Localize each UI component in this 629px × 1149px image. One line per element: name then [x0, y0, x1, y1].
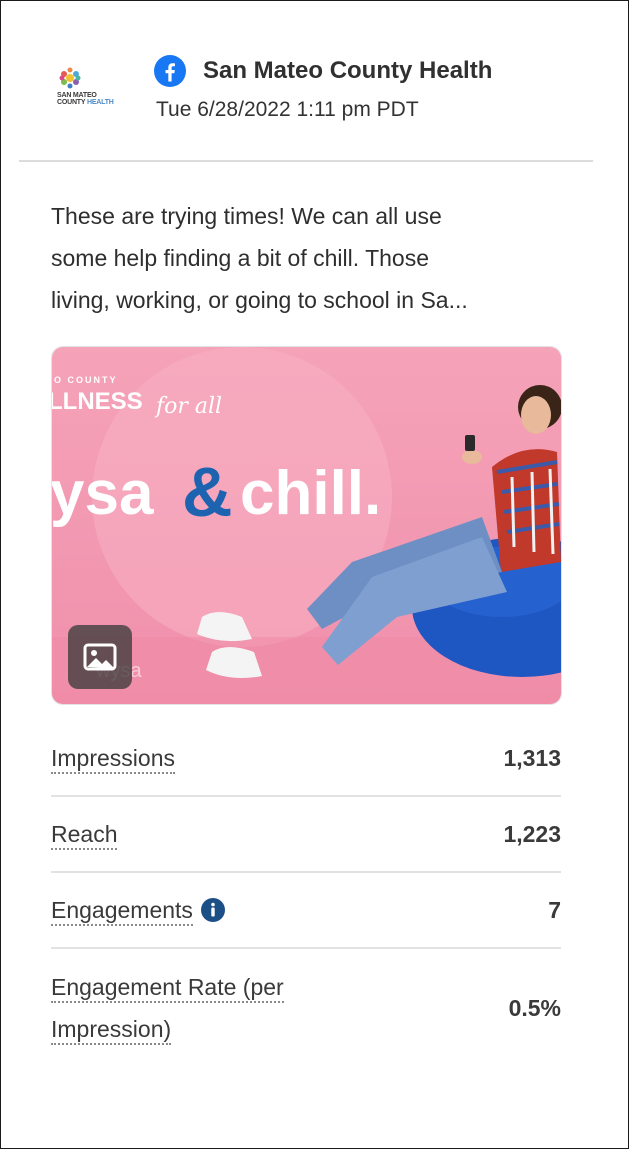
- metric-label-text[interactable]: Engagements: [51, 897, 193, 926]
- metric-row-engagements: Engagements 7: [51, 873, 561, 949]
- metric-row-reach: Reach 1,223: [51, 797, 561, 873]
- info-icon[interactable]: [200, 897, 225, 922]
- post-image[interactable]: O COUNTY LLNESS for all ysa & chill. wys…: [51, 346, 562, 705]
- metric-label[interactable]: Engagement Rate (per Impression): [51, 966, 284, 1050]
- metric-value: 0.5%: [508, 994, 561, 1021]
- metric-value: 1,313: [503, 744, 561, 771]
- metric-label-text[interactable]: Impressions: [51, 745, 175, 774]
- image-headline-right: chill.: [240, 459, 381, 528]
- post-author[interactable]: San Mateo County Health: [203, 57, 492, 85]
- image-county-text: O COUNTY: [54, 375, 118, 385]
- metric-label-text-line2[interactable]: Impression): [51, 1016, 172, 1045]
- logo-line-1: SAN MATEO: [57, 92, 97, 99]
- post-text-line: some help finding a bit of chill. Those: [51, 245, 430, 271]
- image-icon: [83, 643, 117, 671]
- metric-value: 7: [548, 896, 561, 923]
- post-text-line: living, working, or going to school in S…: [51, 287, 468, 313]
- facebook-icon: [154, 55, 186, 87]
- post-card: SAN MATEO COUNTY HEALTH San Mateo County…: [0, 0, 629, 1149]
- image-ampersand: &: [182, 453, 233, 531]
- logo-county: COUNTY: [57, 99, 86, 106]
- metric-row-engagement-rate: Engagement Rate (per Impression) 0.5%: [51, 949, 561, 1067]
- image-headline-left: ysa: [52, 459, 154, 528]
- county-logo-icon: [59, 67, 81, 89]
- image-for-all-text: for all: [154, 394, 222, 419]
- post-text: These are trying times! We can all use s…: [51, 195, 563, 321]
- metric-label[interactable]: Engagements: [51, 889, 225, 931]
- metric-row-impressions: Impressions 1,313: [51, 721, 561, 797]
- metric-label[interactable]: Reach: [51, 813, 118, 855]
- avatar: SAN MATEO COUNTY HEALTH: [51, 59, 127, 119]
- metric-value: 1,223: [503, 820, 561, 847]
- metric-label-text[interactable]: Engagement Rate (per: [51, 974, 284, 1003]
- metric-label[interactable]: Impressions: [51, 737, 175, 779]
- avatar-logo-text: SAN MATEO COUNTY HEALTH: [57, 92, 127, 106]
- image-wellness-text: LLNESS: [52, 388, 143, 415]
- post-timestamp: Tue 6/28/2022 1:11 pm PDT: [156, 98, 419, 121]
- metrics-table: Impressions 1,313 Reach 1,223 Engagement…: [51, 721, 561, 1067]
- image-type-badge: [68, 625, 132, 689]
- logo-health: HEALTH: [86, 99, 114, 106]
- logo-line-2: COUNTY HEALTH: [57, 99, 127, 106]
- post-text-line: These are trying times! We can all use: [51, 203, 442, 229]
- header-divider: [19, 160, 593, 162]
- metric-label-text[interactable]: Reach: [51, 821, 118, 850]
- post-header: SAN MATEO COUNTY HEALTH San Mateo County…: [1, 1, 628, 162]
